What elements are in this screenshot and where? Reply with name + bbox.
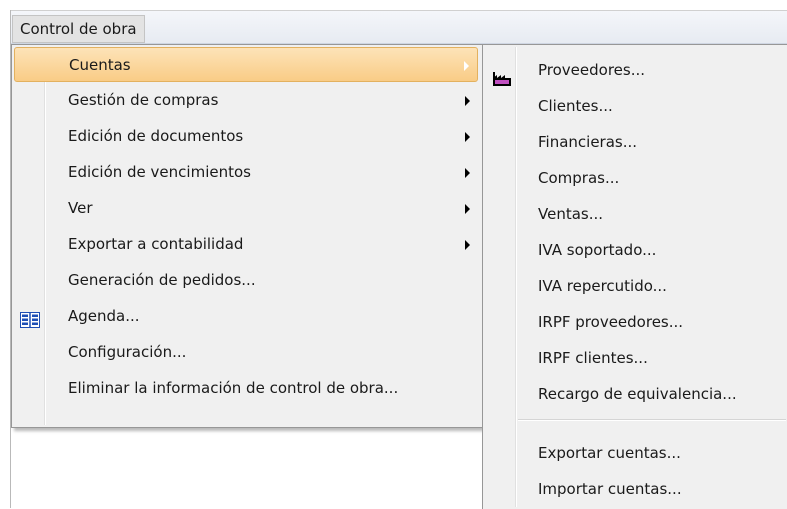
- menu-item-agenda[interactable]: Agenda...: [14, 299, 478, 334]
- menu-item-label: Eliminar la información de control de ob…: [68, 379, 399, 397]
- menu-item-irpf-clientes[interactable]: IRPF clientes...: [485, 341, 785, 376]
- menu-item-label: Ventas...: [538, 205, 604, 223]
- menu-item-label: Agenda...: [68, 307, 140, 325]
- menu-bar: Control de obra: [11, 11, 787, 44]
- menu-item-financieras[interactable]: Financieras...: [485, 125, 785, 160]
- menu-item-label: Configuración...: [68, 343, 187, 361]
- menu-item-label: Financieras...: [538, 133, 638, 151]
- menu-item-importar-cuentas[interactable]: Importar cuentas...: [485, 472, 785, 507]
- menu-item-edicion-de-documentos[interactable]: Edición de documentos: [14, 119, 478, 154]
- menu-item-eliminar-informacion[interactable]: Eliminar la información de control de ob…: [14, 371, 478, 406]
- menu-item-label: IVA soportado...: [538, 241, 657, 259]
- menu-item-label: Edición de vencimientos: [68, 163, 251, 181]
- menu-item-label: Importar cuentas...: [538, 480, 682, 498]
- menu-item-exportar-a-contabilidad[interactable]: Exportar a contabilidad: [14, 227, 478, 262]
- menu-item-recargo-de-equivalencia[interactable]: Recargo de equivalencia...: [485, 377, 785, 412]
- menu-item-generacion-de-pedidos[interactable]: Generación de pedidos...: [14, 263, 478, 298]
- menu-item-compras[interactable]: Compras...: [485, 161, 785, 196]
- menu-item-ver[interactable]: Ver: [14, 191, 478, 226]
- submenu-arrow-icon: [465, 204, 470, 214]
- menu-item-label: Cuentas: [69, 56, 131, 74]
- menu-item-label: IVA repercutido...: [538, 277, 667, 295]
- menu-item-configuracion[interactable]: Configuración...: [14, 335, 478, 370]
- submenu-arrow-icon: [465, 168, 470, 178]
- control-de-obra-dropdown: Cuentas Gestión de compras Edición de do…: [11, 44, 483, 428]
- menu-item-label: Compras...: [538, 169, 620, 187]
- menu-item-cuentas[interactable]: Cuentas: [14, 47, 478, 82]
- menu-item-label: Generación de pedidos...: [68, 271, 256, 289]
- menu-item-exportar-cuentas[interactable]: Exportar cuentas...: [485, 436, 785, 471]
- menu-item-label: Gestión de compras: [68, 91, 219, 109]
- menu-item-ventas[interactable]: Ventas...: [485, 197, 785, 232]
- menu-item-label: IRPF proveedores...: [538, 313, 684, 331]
- menu-separator: [518, 419, 786, 421]
- menu-item-label: Proveedores...: [538, 61, 646, 79]
- menu-item-label: Edición de documentos: [68, 127, 244, 145]
- submenu-arrow-icon: [465, 132, 470, 142]
- menu-item-label: Exportar a contabilidad: [68, 235, 244, 253]
- menu-item-label: Ver: [68, 199, 93, 217]
- menu-item-label: Recargo de equivalencia...: [538, 385, 737, 403]
- menu-item-label: Clientes...: [538, 97, 613, 115]
- menu-item-gestion-de-compras[interactable]: Gestión de compras: [14, 83, 478, 118]
- menu-item-irpf-proveedores[interactable]: IRPF proveedores...: [485, 305, 785, 340]
- menu-control-de-obra[interactable]: Control de obra: [12, 15, 145, 43]
- menu-item-iva-repercutido[interactable]: IVA repercutido...: [485, 269, 785, 304]
- menu-item-proveedores[interactable]: Proveedores...: [485, 53, 785, 88]
- submenu-arrow-icon: [465, 96, 470, 106]
- menu-item-label: Exportar cuentas...: [538, 444, 681, 462]
- menu-item-iva-soportado[interactable]: IVA soportado...: [485, 233, 785, 268]
- submenu-arrow-icon: [464, 61, 469, 71]
- menu-item-label: IRPF clientes...: [538, 349, 648, 367]
- submenu-arrow-icon: [465, 240, 470, 250]
- menu-item-clientes[interactable]: Clientes...: [485, 89, 785, 124]
- menu-item-edicion-de-vencimientos[interactable]: Edición de vencimientos: [14, 155, 478, 190]
- cuentas-submenu: Proveedores... Clientes... Financieras..…: [482, 44, 787, 509]
